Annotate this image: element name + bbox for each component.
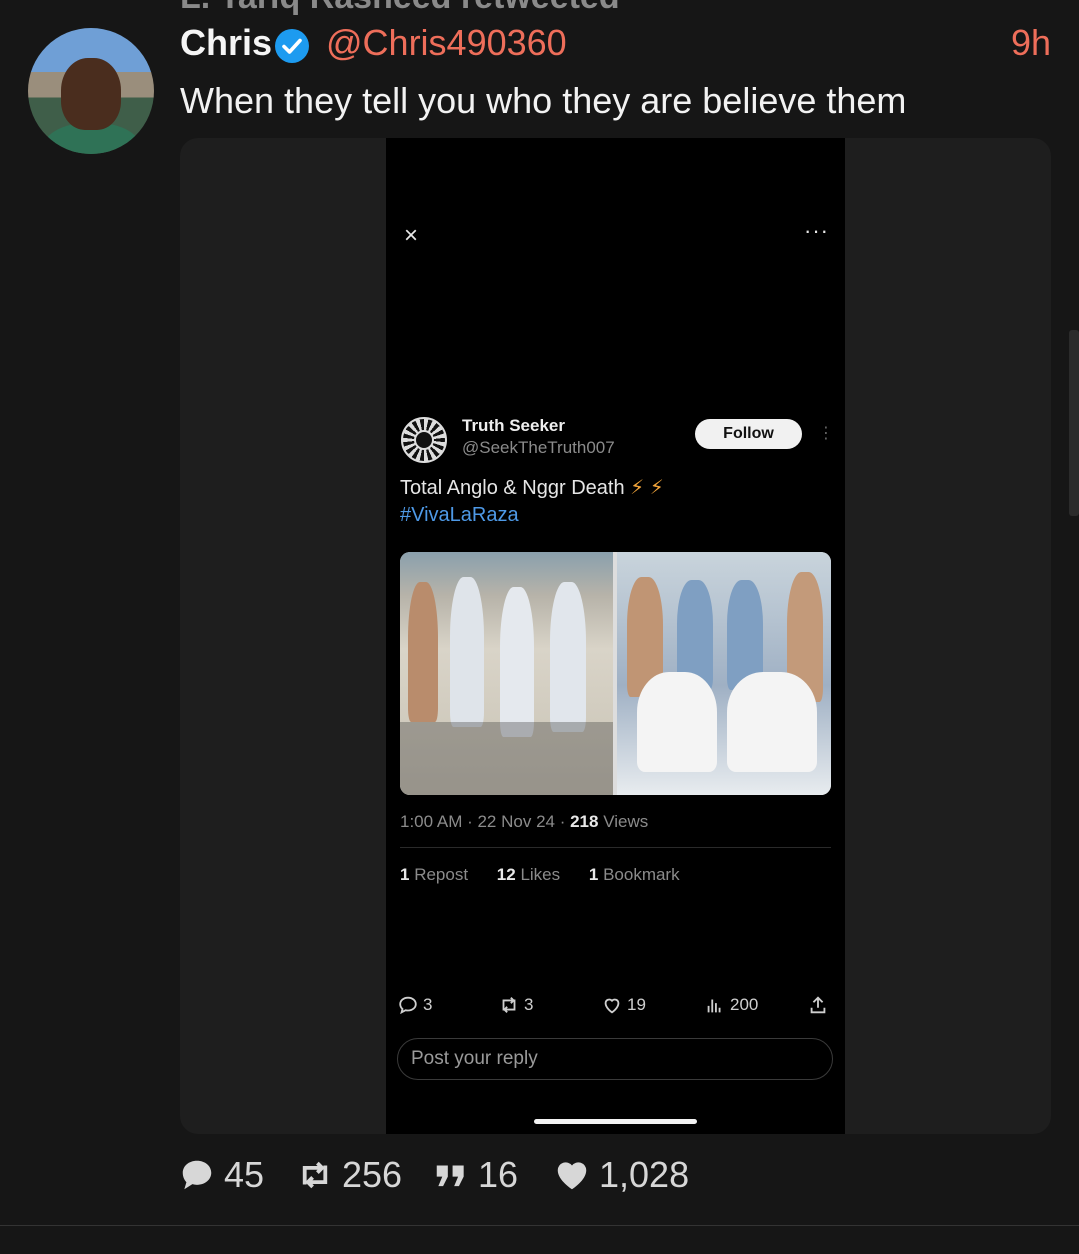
author-name[interactable]: Chris [180,22,272,64]
post-time[interactable]: 9h [1011,22,1051,64]
repost-icon [302,1161,328,1189]
quote-icon [436,1165,464,1187]
home-indicator-bar [534,1119,697,1124]
embedded-follow-button: Follow [695,419,802,449]
like-count: 1,028 [599,1154,690,1195]
photo-right [617,552,831,795]
verified-badge-icon [275,29,309,63]
embedded-author-avatar [401,417,447,463]
embedded-like-action: 19 [601,994,646,1016]
embedded-reply-input: Post your reply [397,1038,833,1080]
like-button[interactable]: 1,028 [553,1154,689,1196]
embedded-post-text: Total Anglo & Nggr Death ⚡ ⚡ [400,475,664,500]
share-icon [810,996,826,1014]
repost-icon [502,997,516,1013]
post-text: When they tell you who they are believe … [180,80,907,121]
avatar-face [61,58,121,130]
embedded-author-handle: @SeekTheTruth007 [462,438,615,457]
repost-button[interactable]: 256 [296,1154,402,1196]
lightning-bolt-icon: ⚡ ⚡ [630,477,664,499]
reply-icon [182,1160,212,1190]
embedded-hashtag: #VivaLaRaza [400,504,519,526]
embedded-kebab-icon: ⋮ [818,425,834,442]
more-options-icon: ··· [804,218,829,243]
author-avatar[interactable] [28,28,154,154]
embedded-phone-screenshot: × ··· Truth Seeker @SeekTheTruth007 Foll… [386,138,845,1134]
reply-button[interactable]: 45 [178,1154,264,1196]
post-separator [0,1225,1079,1226]
heart-icon [604,998,620,1014]
views-chart-icon [707,999,721,1013]
author-handle[interactable]: @Chris490360 [326,22,567,64]
reply-count: 45 [224,1154,265,1195]
post-media[interactable]: × ··· Truth Seeker @SeekTheTruth007 Foll… [180,138,1051,1134]
repost-count: 256 [342,1154,403,1195]
embedded-share-action [807,994,829,1016]
embedded-engagement-stats: 1 Repost 12 Likes 1 Bookmark [400,865,680,884]
reply-icon [399,996,417,1015]
quote-button[interactable]: 16 [432,1154,518,1196]
embedded-repost-action: 3 [498,994,533,1016]
embedded-author-name: Truth Seeker [462,416,565,435]
embedded-post-meta: 1:00 AM · 22 Nov 24 · 218 Views [400,812,649,831]
embedded-photo-collage [400,552,831,795]
embedded-divider [400,847,831,848]
quote-count: 16 [478,1154,519,1195]
scrollbar[interactable] [1069,330,1079,516]
close-icon: × [404,222,419,249]
embedded-reply-action: 3 [397,994,432,1016]
retweet-header: L. Tariq Rasheed retweeted [180,0,620,17]
embedded-post-body: Total Anglo & Nggr Death [400,477,625,499]
heart-icon [557,1162,587,1190]
embedded-views-action: 200 [704,994,758,1016]
photo-left [400,552,613,795]
